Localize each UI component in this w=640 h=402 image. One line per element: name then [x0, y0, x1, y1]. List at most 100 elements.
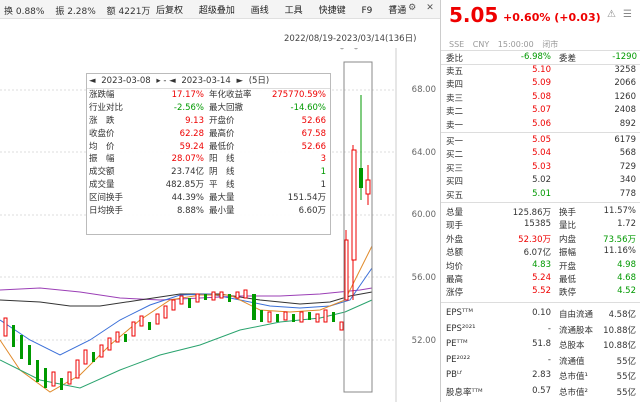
- currency: CNY: [472, 40, 490, 49]
- fund-label: EPSᵀᵀᴹ: [446, 308, 474, 318]
- top-toolbar: 换 0.88% 振 2.28% 额 4221万 后复权 超级叠加 画线 工具 快…: [0, 0, 440, 19]
- fund-label: 自由流通: [559, 310, 594, 320]
- fund-value: -: [547, 323, 551, 334]
- menu-tools[interactable]: 工具: [285, 3, 303, 16]
- amount-stat: 额 4221万: [106, 7, 151, 17]
- book-volume: 1260: [614, 91, 636, 102]
- stat-label: 外盘: [446, 234, 464, 245]
- interval-label: 阳 线: [209, 154, 235, 165]
- book-divider: [441, 132, 640, 133]
- interval-label: 最大量: [209, 193, 235, 204]
- interval-row: 成交额 23.74亿阴 线 1: [87, 166, 330, 179]
- range-nav-icon[interactable]: ▸ - ◄: [156, 76, 175, 86]
- stat-label: 量比: [559, 221, 577, 232]
- book-label: 卖四: [446, 80, 464, 91]
- menu-shortcuts[interactable]: 快捷键: [319, 3, 346, 16]
- interval-value: 482.85万: [165, 180, 204, 191]
- interval-value: 275770.59%: [271, 90, 326, 100]
- selection-box[interactable]: [343, 61, 373, 393]
- next-end-arrow-icon[interactable]: ►: [236, 76, 243, 86]
- stat-value: 1.72: [617, 219, 636, 230]
- fund-value: 55亿: [616, 372, 636, 382]
- summary-stats: 换 0.88% 振 2.28% 额 4221万: [4, 4, 158, 17]
- diff-label: 委差: [559, 54, 577, 64]
- axis-label: 64.00: [411, 148, 436, 158]
- fund-value: 0.57: [532, 385, 551, 396]
- interval-label: 涨 跌: [89, 115, 115, 126]
- menu-f9[interactable]: F9: [361, 6, 372, 16]
- book-label: 买三: [446, 163, 464, 174]
- svg-text:*: *: [354, 48, 358, 54]
- interval-value: -14.60%: [290, 102, 326, 113]
- diff-value: -1290: [612, 52, 637, 62]
- menu-icon[interactable]: ☰: [623, 9, 632, 20]
- stat-label: 现手: [446, 221, 464, 232]
- interval-value: 1: [320, 180, 326, 191]
- interval-value: 52.66: [301, 141, 326, 152]
- turnover-stat: 换 0.88%: [4, 7, 45, 17]
- quote-time: 15:00:00: [497, 40, 534, 49]
- interval-row: 区间换手 44.39% 最大量 151.54万: [87, 192, 330, 205]
- stat-label: 总额: [446, 248, 464, 259]
- svg-text:*: *: [340, 48, 344, 54]
- book-label: 买二: [446, 150, 464, 161]
- alert-icon[interactable]: ⚠: [607, 9, 616, 20]
- fund-label: PE²⁰²²: [446, 354, 471, 365]
- stat-label: 跌停: [559, 288, 577, 299]
- fund-value: 2.83: [532, 370, 551, 380]
- interval-label: 开盘价: [209, 115, 235, 126]
- interval-value: 3: [320, 154, 326, 165]
- interval-label: 成交额: [89, 167, 115, 178]
- book-label: 买一: [446, 137, 464, 147]
- interval-label: 平 线: [209, 180, 235, 191]
- toolbar-menu: 后复权 超级叠加 画线 工具 快捷键 F9 普通: [156, 3, 419, 16]
- quote-panel: 5.05 +0.60% (+0.03) ⚠ ☰ SSE CNY 15:00:00…: [441, 0, 640, 402]
- interval-label: 日均换手: [89, 206, 124, 217]
- interval-value: 44.39%: [171, 193, 204, 204]
- interval-label: 最低价: [209, 141, 235, 152]
- menu-overlay[interactable]: 超级叠加: [199, 3, 235, 16]
- market-info: SSE CNY 15:00:00 闭市: [449, 39, 564, 50]
- stat-label: 开盘: [559, 261, 577, 272]
- interval-value: 59.24: [179, 141, 204, 152]
- ratio-label: 委比: [446, 54, 464, 64]
- price-change: +0.60% (+0.03): [503, 11, 601, 24]
- book-label: 卖二: [446, 107, 464, 118]
- book-price: 5.09: [532, 78, 551, 89]
- stat-label: 均价: [446, 261, 464, 272]
- ratio-value: -6.98%: [520, 52, 551, 62]
- stat-label: 最低: [559, 275, 577, 285]
- market-code: SSE: [449, 40, 465, 49]
- book-volume: 729: [619, 161, 636, 172]
- interval-row: 均 价 59.24 最低价 52.66: [87, 141, 330, 154]
- interval-stats-panel: ◄ 2023-03-08 ▸ - ◄ 2023-03-14 ► (5日) 涨跌幅…: [86, 73, 331, 235]
- book-volume: 340: [619, 175, 636, 186]
- interval-value: 151.54万: [287, 193, 326, 204]
- book-label: 卖一: [446, 120, 464, 131]
- book-volume: 2066: [614, 78, 636, 89]
- interval-value: 6.60万: [298, 206, 326, 217]
- fund-label: EPS²⁰²¹: [446, 323, 476, 334]
- stat-label: 涨停: [446, 288, 464, 299]
- stat-value: 4.52: [617, 286, 636, 297]
- book-volume: 778: [619, 188, 636, 199]
- amplitude-stat: 振 2.28%: [55, 7, 96, 17]
- stat-value: 11.16%: [603, 246, 636, 257]
- menu-adjust[interactable]: 后复权: [156, 3, 183, 16]
- interval-label: 最高价: [209, 128, 235, 139]
- fund-value: 10.88亿: [603, 341, 636, 351]
- fund-label: PBᴸᶠ: [446, 370, 463, 380]
- menu-draw[interactable]: 画线: [251, 3, 269, 16]
- book-price: 5.06: [532, 118, 551, 129]
- interval-label: 最大回撤: [209, 102, 244, 113]
- stat-label: 最高: [446, 275, 464, 285]
- book-volume: 3258: [614, 65, 636, 75]
- interval-label: 涨跌幅: [89, 90, 115, 100]
- interval-label: 收盘价: [89, 128, 115, 139]
- stat-value: 6.07亿: [523, 248, 551, 259]
- start-date[interactable]: 2023-03-08: [101, 76, 150, 86]
- end-date[interactable]: 2023-03-14: [181, 76, 230, 86]
- prev-start-arrow-icon[interactable]: ◄: [89, 76, 96, 86]
- book-price: 5.03: [532, 161, 551, 172]
- book-volume: 892: [619, 118, 636, 129]
